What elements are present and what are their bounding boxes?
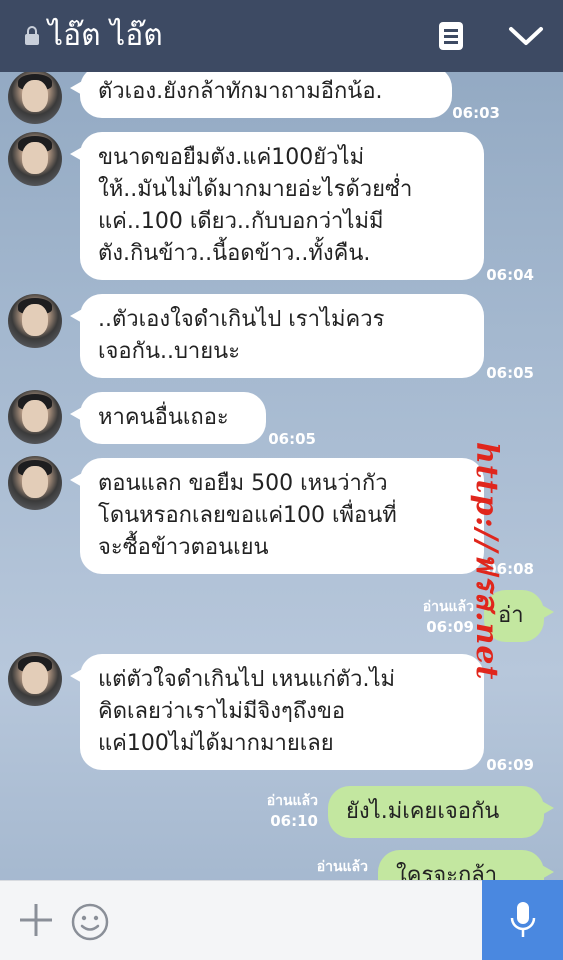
avatar[interactable]	[8, 294, 62, 348]
message-bubble[interactable]: ตอนแลก ขอยืม 500 เหนว่ากัว โดนหรอกเลยขอแ…	[70, 458, 484, 574]
message-bubble[interactable]: ใครจะกล้า	[378, 850, 554, 880]
message-bubble[interactable]: ..ตัวเองใจดำเกินไป เราไม่ควร เจอกัน..บาย…	[70, 294, 484, 378]
message-bubble[interactable]: หาคนอื่นเถอะ	[70, 392, 266, 444]
read-receipt: อ่านแล้ว	[316, 859, 368, 875]
message-bubble[interactable]: แต่ตัวใจดำเกินไป เหนแก่ตัว.ไม่ คิดเลยว่า…	[70, 654, 484, 770]
microphone-icon	[510, 902, 536, 937]
smile-icon[interactable]	[70, 902, 110, 942]
lock-icon	[25, 26, 39, 45]
plus-icon[interactable]	[18, 902, 54, 938]
message-bubble[interactable]: ตัวเอง.ยังกล้าทักมาถามอีกน้อ.	[70, 72, 452, 118]
message-time: 06:05	[268, 430, 316, 448]
chat-header: ไอ๊ต ไอ๊ต	[0, 0, 563, 72]
avatar[interactable]	[8, 72, 62, 124]
read-receipt: อ่านแล้ว	[266, 793, 318, 809]
chat-title: ไอ๊ต ไอ๊ต	[48, 18, 163, 53]
note-icon[interactable]	[438, 20, 464, 52]
message-time: 06:05	[486, 364, 534, 382]
message-time: 06:10	[270, 812, 318, 830]
message-time: 06:09	[486, 756, 534, 774]
avatar[interactable]	[8, 132, 62, 186]
read-receipt: อ่านแล้ว	[422, 599, 474, 615]
message-time: 06:03	[452, 104, 500, 122]
microphone-button[interactable]	[482, 880, 563, 960]
message-time: 06:04	[486, 266, 534, 284]
avatar[interactable]	[8, 652, 62, 706]
watermark: http://ฟรส.net	[469, 442, 504, 681]
avatar[interactable]	[8, 456, 62, 510]
message-bubble[interactable]: ขนาดขอยืมตัง.แค่100ยัวไม่ ให้..มันไม่ได้…	[70, 132, 484, 280]
message-list[interactable]: ตัวเอง.ยังกล้าทักมาถามอีกน้อ. 06:03 ขนาด…	[0, 72, 563, 880]
chevron-down-icon[interactable]	[508, 24, 544, 48]
message-bubble[interactable]: ยังไ.ม่เคยเจอกัน	[328, 786, 554, 838]
avatar[interactable]	[8, 390, 62, 444]
